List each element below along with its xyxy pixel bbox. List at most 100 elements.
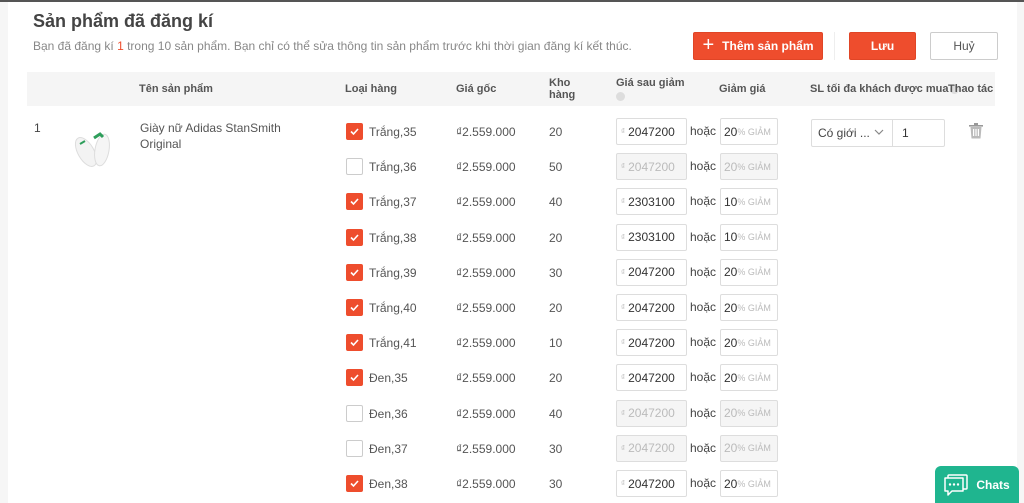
original-price: ₫2.559.000 bbox=[456, 301, 516, 315]
discount-percent-input[interactable]: 20% GIẢM bbox=[720, 258, 778, 286]
price-after-input[interactable]: ₫ 2047200 bbox=[616, 364, 687, 392]
checkmark-icon bbox=[350, 198, 359, 206]
price-after-value: 2047200 bbox=[628, 476, 675, 491]
registered-count: 1 bbox=[117, 39, 124, 53]
original-price: ₫2.559.000 bbox=[456, 371, 516, 386]
variant-checkbox[interactable] bbox=[346, 404, 363, 422]
original-price: ₫2.559.000 bbox=[456, 195, 516, 210]
price-after-value: 2047200 bbox=[628, 335, 675, 350]
purchase-limit-select[interactable]: Có giới ... bbox=[811, 119, 893, 147]
variant-checkbox[interactable] bbox=[346, 475, 363, 492]
header-stock-line2: hàng bbox=[549, 89, 576, 101]
discount-suffix: % GIẢM bbox=[737, 126, 771, 137]
cancel-button[interactable]: Huỷ bbox=[930, 32, 998, 60]
discount-percent-input[interactable]: 20% GIẢM bbox=[720, 294, 778, 321]
variant-name: Trắng,41 bbox=[369, 336, 417, 351]
currency-symbol: ₫ bbox=[621, 267, 626, 277]
variant-name: Trắng,35 bbox=[369, 125, 417, 139]
currency-symbol: ₫ bbox=[621, 338, 626, 348]
discount-percent-input[interactable]: 20% GIẢM bbox=[720, 153, 778, 181]
or-label: hoặc bbox=[690, 159, 717, 174]
or-label: hoặc bbox=[690, 229, 717, 244]
discount-percent-input[interactable]: 20% GIẢM bbox=[720, 329, 778, 357]
table-header: Tên sản phẩm Loại hàng Giá gốc Kho hàng G… bbox=[27, 72, 995, 106]
trash-icon[interactable] bbox=[969, 123, 983, 139]
discount-suffix: % GIẢM bbox=[737, 408, 771, 419]
discount-suffix: % GIẢM bbox=[737, 196, 771, 207]
discount-percent-input[interactable]: 20% GIẢM bbox=[720, 118, 778, 145]
discount-percent-input[interactable]: 20% GIẢM bbox=[720, 364, 778, 392]
variant-checkbox[interactable] bbox=[346, 158, 363, 176]
stock-quantity: 40 bbox=[549, 406, 563, 421]
or-label: hoặc bbox=[690, 405, 717, 420]
info-icon[interactable] bbox=[616, 92, 625, 101]
variant-checkbox[interactable] bbox=[346, 123, 363, 140]
original-price: ₫2.559.000 bbox=[456, 160, 516, 175]
price-after-input[interactable]: ₫ 2303100 bbox=[616, 188, 687, 216]
price-after-input[interactable]: ₫ 2047200 bbox=[616, 258, 687, 286]
stock-quantity: 20 bbox=[549, 125, 563, 139]
checkmark-icon bbox=[350, 128, 359, 136]
stock-quantity: 10 bbox=[549, 336, 563, 351]
price-after-input[interactable]: ₫ 2047200 bbox=[616, 294, 687, 321]
discount-percent-input[interactable]: 20% GIẢM bbox=[720, 470, 778, 497]
price-after-input[interactable]: ₫ 2047200 bbox=[616, 434, 687, 462]
header-price-after-label: Giá sau giảm bbox=[616, 77, 685, 89]
purchase-limit-input[interactable]: 1 bbox=[892, 119, 945, 147]
discount-value: 20 bbox=[724, 300, 738, 315]
variant-name: Đen,38 bbox=[369, 477, 408, 491]
price-after-input[interactable]: ₫ 2047200 bbox=[616, 399, 687, 427]
price-after-input[interactable]: ₫ 2303100 bbox=[616, 223, 687, 251]
variant-row: Trắng,38 ₫2.559.000 20 ₫ 2303100 hoặc 10% GIẢM bbox=[8, 223, 1018, 253]
discount-value: 20 bbox=[724, 476, 738, 491]
original-price: ₫2.559.000 bbox=[456, 125, 516, 139]
price-after-input[interactable]: ₫ 2047200 bbox=[616, 329, 687, 357]
variant-checkbox[interactable] bbox=[346, 193, 363, 211]
chat-label: Chats bbox=[976, 477, 1010, 492]
header-original-price: Giá gốc bbox=[456, 83, 497, 95]
page-scrollbar[interactable] bbox=[1017, 2, 1024, 503]
price-after-input[interactable]: ₫ 2047200 bbox=[616, 118, 687, 145]
discount-suffix: % GIẢM bbox=[737, 443, 771, 454]
original-price: ₫2.559.000 bbox=[456, 406, 516, 421]
variant-checkbox[interactable] bbox=[346, 228, 363, 246]
discount-suffix: % GIẢM bbox=[737, 161, 771, 172]
price-after-input[interactable]: ₫ 2047200 bbox=[616, 153, 687, 181]
add-product-button[interactable]: + Thêm sản phẩm bbox=[693, 32, 823, 60]
variant-checkbox[interactable] bbox=[346, 334, 363, 352]
discount-percent-input[interactable]: 10% GIẢM bbox=[720, 223, 778, 251]
discount-suffix: % GIẢM bbox=[737, 372, 771, 383]
checkmark-icon bbox=[350, 304, 359, 312]
price-after-input[interactable]: ₫ 2047200 bbox=[616, 470, 687, 497]
stock-quantity: 30 bbox=[549, 441, 563, 456]
variant-name: Đen,36 bbox=[369, 406, 408, 421]
variant-checkbox[interactable] bbox=[346, 439, 363, 457]
discount-value: 20 bbox=[724, 441, 738, 456]
variant-checkbox[interactable] bbox=[346, 263, 363, 281]
header-stock: Kho hàng bbox=[549, 77, 575, 101]
header-stock-line1: Kho bbox=[549, 77, 571, 89]
discount-percent-input[interactable]: 20% GIẢM bbox=[720, 399, 778, 427]
header-variant: Loại hàng bbox=[345, 83, 397, 95]
purchase-limit-select-value: Có giới ... bbox=[818, 126, 870, 140]
or-label: hoặc bbox=[690, 440, 717, 455]
discount-percent-input[interactable]: 20% GIẢM bbox=[720, 434, 778, 462]
variant-row: Đen,37 ₫2.559.000 30 ₫ 2047200 hoặc 20% GIẢM bbox=[8, 434, 1018, 464]
header-discount: Giảm giá bbox=[719, 83, 766, 95]
discount-percent-input[interactable]: 10% GIẢM bbox=[720, 188, 778, 216]
currency-symbol: ₫ bbox=[621, 303, 626, 312]
header-action: Thao tác bbox=[948, 83, 994, 95]
variant-name: Trắng,40 bbox=[369, 301, 417, 315]
discount-value: 20 bbox=[724, 265, 738, 280]
save-button[interactable]: Lưu bbox=[849, 32, 916, 60]
chat-button[interactable]: Chats bbox=[935, 466, 1019, 503]
variant-checkbox[interactable] bbox=[346, 369, 363, 387]
checkmark-icon bbox=[350, 374, 359, 382]
or-label: hoặc bbox=[690, 194, 717, 209]
stock-quantity: 30 bbox=[549, 265, 563, 280]
variant-row: Đen,38 ₫2.559.000 30 ₫ 2047200 hoặc 20% GIẢM bbox=[8, 469, 1018, 499]
variant-checkbox[interactable] bbox=[346, 299, 363, 316]
discount-value: 10 bbox=[724, 194, 738, 209]
stock-quantity: 30 bbox=[549, 477, 563, 491]
discount-value: 20 bbox=[724, 124, 738, 139]
